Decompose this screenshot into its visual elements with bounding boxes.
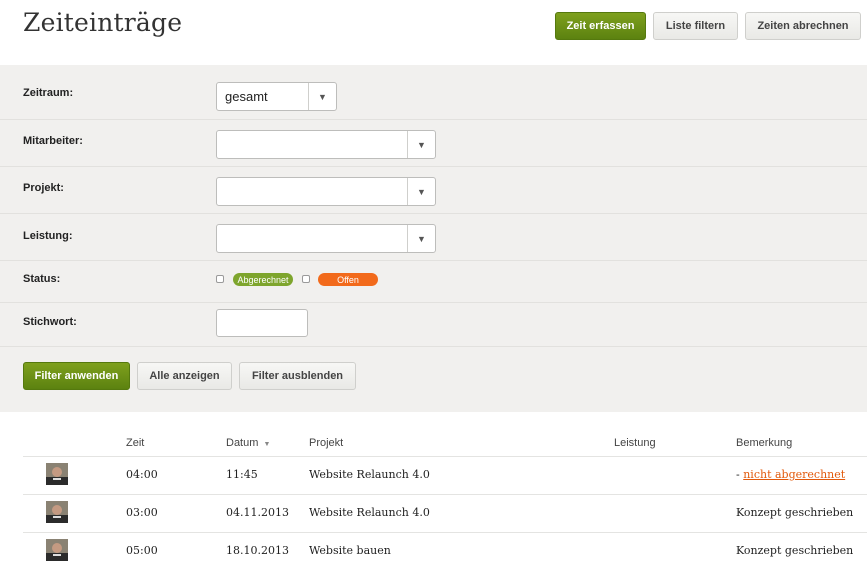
time-cell: 03:00 [126,506,158,519]
bill-times-button[interactable]: Zeiten abrechnen [745,12,861,40]
chevron-down-icon[interactable]: ▼ [407,178,435,205]
column-header-time[interactable]: Zeit [126,437,144,449]
show-all-button[interactable]: Alle anzeigen [137,362,232,390]
table-row[interactable]: 03:00 04.11.2013 Website Relaunch 4.0 Ko… [23,494,867,532]
note-cell: Konzept geschrieben [736,506,854,519]
avatar [46,539,68,561]
filter-list-button[interactable]: Liste filtern [653,12,738,40]
project-select[interactable]: ▼ [216,177,436,206]
apply-filter-button[interactable]: Filter anwenden [23,362,130,390]
period-label: Zeitraum: [23,87,74,99]
page-title: Zeiteinträge [23,8,183,37]
filter-row-status: Status: Abgerechnet Offen [0,261,867,303]
period-value: gesamt [225,89,268,104]
service-select[interactable]: ▼ [216,224,436,253]
table-row[interactable]: 05:00 18.10.2013 Website bauen Konzept g… [23,532,867,566]
status-billed-checkbox[interactable] [216,275,224,283]
track-time-button[interactable]: Zeit erfassen [555,12,646,40]
column-header-date-label: Datum [226,437,259,449]
filter-row-project: Projekt: ▼ [0,167,867,214]
column-header-note[interactable]: Bemerkung [736,437,792,449]
keyword-label: Stichwort: [23,316,77,328]
period-select[interactable]: gesamt ▼ [216,82,337,111]
time-cell: 05:00 [126,544,158,557]
employee-label: Mitarbeiter: [23,135,83,147]
table-row[interactable]: 04:00 11:45 Website Relaunch 4.0 - nicht… [23,456,867,494]
column-header-project[interactable]: Projekt [309,437,343,449]
chevron-down-icon[interactable]: ▼ [308,83,336,110]
note-cell: - nicht abgerechnet [736,468,845,481]
date-cell: 04.11.2013 [226,506,289,519]
chevron-down-icon[interactable]: ▼ [407,131,435,158]
date-cell: 18.10.2013 [226,544,289,557]
status-billed-badge: Abgerechnet [233,273,293,286]
chevron-down-icon[interactable]: ▼ [407,225,435,252]
filter-row-employee: Mitarbeiter: ▼ [0,120,867,167]
project-cell: Website bauen [309,544,391,557]
service-label: Leistung: [23,230,73,242]
avatar [46,463,68,485]
not-billed-link[interactable]: nicht abgerechnet [743,468,845,481]
column-header-service[interactable]: Leistung [614,437,656,449]
project-label: Projekt: [23,182,64,194]
sort-down-icon: ▼ [263,441,271,448]
note-cell: Konzept geschrieben [736,544,854,557]
employee-select[interactable]: ▼ [216,130,436,159]
time-cell: 04:00 [126,468,158,481]
status-open-checkbox[interactable] [302,275,310,283]
avatar [46,501,68,523]
project-cell: Website Relaunch 4.0 [309,506,430,519]
filter-panel: Zeitraum: gesamt ▼ Mitarbeiter: ▼ Projek… [0,65,867,412]
filter-row-keyword: Stichwort: [0,303,867,347]
filter-row-service: Leistung: ▼ [0,214,867,261]
status-label: Status: [23,273,61,285]
status-open-badge: Offen [318,273,378,286]
date-cell: 11:45 [226,468,258,481]
project-cell: Website Relaunch 4.0 [309,468,430,481]
filter-row-period: Zeitraum: gesamt ▼ [0,65,867,120]
hide-filter-button[interactable]: Filter ausblenden [239,362,356,390]
keyword-input[interactable] [216,309,308,337]
column-header-date[interactable]: Datum ▼ [226,437,270,449]
